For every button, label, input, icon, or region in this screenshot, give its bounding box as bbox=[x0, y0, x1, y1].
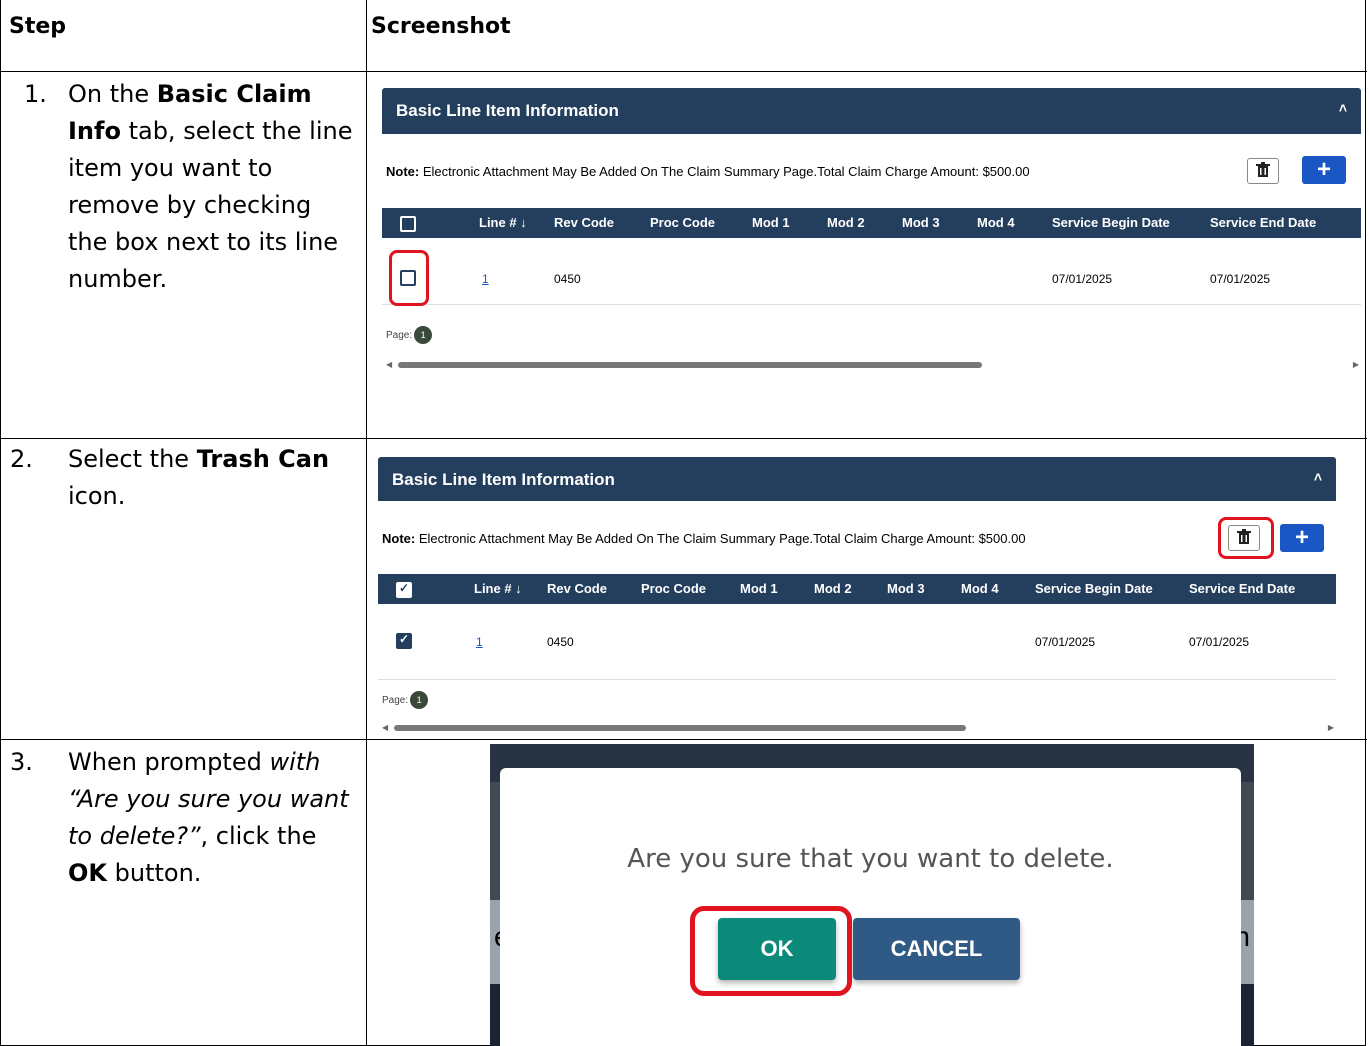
step-body: Select the Trash Can icon. bbox=[68, 445, 330, 510]
panel-title: Basic Line Item Information bbox=[396, 101, 619, 120]
col-mod4[interactable]: Mod 4 bbox=[977, 215, 1015, 230]
step-number: 2. bbox=[10, 445, 33, 473]
col-rev-code[interactable]: Rev Code bbox=[554, 215, 614, 230]
highlight-box bbox=[1218, 517, 1274, 559]
scroll-thumb[interactable] bbox=[398, 362, 982, 368]
panel-header[interactable]: Basic Line Item Information ˄ bbox=[382, 88, 1361, 134]
col-mod2[interactable]: Mod 2 bbox=[814, 581, 852, 596]
scroll-right-icon[interactable]: ▶ bbox=[1353, 360, 1359, 369]
col-proc-code[interactable]: Proc Code bbox=[650, 215, 715, 230]
add-line-button[interactable]: + bbox=[1280, 524, 1324, 552]
col-begin-date[interactable]: Service Begin Date bbox=[1035, 581, 1153, 596]
end-date-cell: 07/01/2025 bbox=[1210, 272, 1271, 286]
pager: Page: 1 bbox=[382, 691, 429, 709]
cancel-button[interactable]: CANCEL bbox=[853, 918, 1020, 980]
check-icon: ✓ bbox=[399, 632, 410, 646]
line-item-panel-2: Basic Line Item Information ˄ Note: Elec… bbox=[378, 457, 1336, 735]
select-all-checkbox[interactable]: ✓ bbox=[396, 581, 412, 598]
step-body: When prompted with “Are you sure you wan… bbox=[68, 748, 349, 887]
caret-up-icon[interactable]: ˄ bbox=[1339, 100, 1347, 116]
table-row[interactable]: ✓ 1 0450 07/01/2025 07/01/2025 bbox=[378, 604, 1336, 680]
step-number: 3. bbox=[10, 748, 33, 776]
scroll-right-icon[interactable]: ▶ bbox=[1328, 723, 1334, 732]
col-end-date[interactable]: Service End Date bbox=[1189, 581, 1295, 596]
line-number-link[interactable]: 1 bbox=[482, 272, 489, 286]
col-begin-date[interactable]: Service Begin Date bbox=[1052, 215, 1170, 230]
begin-date-cell: 07/01/2025 bbox=[1035, 635, 1096, 649]
col-mod3[interactable]: Mod 3 bbox=[887, 581, 925, 596]
plus-icon: + bbox=[1294, 524, 1309, 551]
horizontal-scrollbar[interactable]: ◀ ▶ bbox=[382, 360, 1361, 370]
line-number-link[interactable]: 1 bbox=[476, 635, 483, 649]
delete-button[interactable] bbox=[1247, 158, 1279, 184]
begin-date-cell: 07/01/2025 bbox=[1052, 272, 1113, 286]
col-rev-code[interactable]: Rev Code bbox=[547, 581, 607, 596]
note-text: Note: Electronic Attachment May Be Added… bbox=[386, 164, 1030, 179]
scroll-left-icon[interactable]: ◀ bbox=[386, 360, 392, 369]
col-line[interactable]: Line # ↓ bbox=[474, 581, 522, 596]
highlight-box bbox=[389, 250, 429, 306]
scroll-thumb[interactable] bbox=[394, 725, 966, 731]
col-mod3[interactable]: Mod 3 bbox=[902, 215, 940, 230]
screenshot-header: Screenshot bbox=[371, 14, 511, 39]
col-mod4[interactable]: Mod 4 bbox=[961, 581, 999, 596]
select-all-checkbox[interactable] bbox=[400, 216, 416, 232]
page-button[interactable]: 1 bbox=[414, 326, 433, 344]
row-divider bbox=[1, 739, 1367, 740]
horizontal-scrollbar[interactable]: ◀ ▶ bbox=[378, 723, 1336, 733]
dialog-message: Are you sure that you want to delete. bbox=[627, 844, 1114, 874]
panel-title: Basic Line Item Information bbox=[392, 470, 615, 489]
row-divider bbox=[1, 438, 1367, 439]
grid-header: ✓ Line # ↓ Rev Code Proc Code Mod 1 Mod … bbox=[378, 574, 1336, 604]
line-item-panel-1: Basic Line Item Information ˄ Note: Elec… bbox=[382, 88, 1361, 373]
trash-icon bbox=[1256, 162, 1270, 177]
note-text: Note: Electronic Attachment May Be Added… bbox=[382, 531, 1026, 546]
row-divider bbox=[1, 71, 1367, 72]
end-date-cell: 07/01/2025 bbox=[1189, 635, 1250, 649]
plus-icon: + bbox=[1316, 156, 1331, 183]
step-header: Step bbox=[9, 14, 67, 39]
highlight-box bbox=[690, 906, 852, 996]
column-divider bbox=[366, 0, 367, 1046]
caret-up-icon[interactable]: ˄ bbox=[1314, 469, 1322, 485]
confirm-dialog: Are you sure that you want to delete. OK… bbox=[500, 768, 1241, 1046]
pager: Page: 1 bbox=[386, 326, 433, 344]
check-icon: ✓ bbox=[399, 581, 410, 595]
col-mod1[interactable]: Mod 1 bbox=[752, 215, 790, 230]
panel-header[interactable]: Basic Line Item Information ˄ bbox=[378, 457, 1336, 501]
page-button[interactable]: 1 bbox=[410, 691, 429, 709]
col-mod1[interactable]: Mod 1 bbox=[740, 581, 778, 596]
row-checkbox[interactable]: ✓ bbox=[396, 632, 412, 649]
grid-header: Line # ↓ Rev Code Proc Code Mod 1 Mod 2 … bbox=[382, 208, 1361, 238]
col-line[interactable]: Line # ↓ bbox=[479, 215, 527, 230]
col-mod2[interactable]: Mod 2 bbox=[827, 215, 865, 230]
col-end-date[interactable]: Service End Date bbox=[1210, 215, 1316, 230]
rev-code-cell: 0450 bbox=[554, 272, 581, 286]
scroll-left-icon[interactable]: ◀ bbox=[382, 723, 388, 732]
step-number: 1. bbox=[24, 80, 47, 108]
col-proc-code[interactable]: Proc Code bbox=[641, 581, 706, 596]
table-row[interactable]: 1 0450 07/01/2025 07/01/2025 bbox=[382, 238, 1361, 305]
add-line-button[interactable]: + bbox=[1302, 156, 1346, 184]
rev-code-cell: 0450 bbox=[547, 635, 574, 649]
step-body: On the Basic Claim Info tab, select the … bbox=[68, 80, 353, 293]
